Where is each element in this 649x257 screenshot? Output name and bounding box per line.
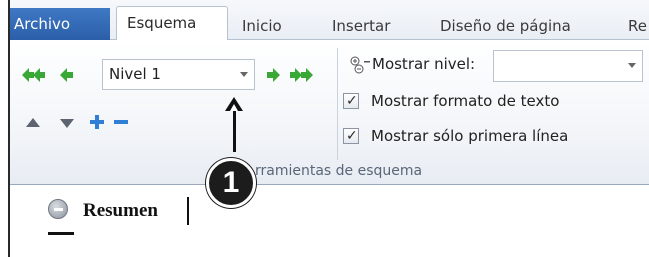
show-level-select[interactable] — [493, 50, 643, 82]
show-text-format-checkbox[interactable]: ✓ — [343, 93, 359, 109]
tab-file[interactable]: Archivo — [10, 8, 110, 40]
tab-review-partial[interactable]: Re — [628, 12, 647, 40]
show-level-label: Mostrar nivel: — [372, 55, 476, 73]
tab-outline[interactable]: Esquema — [116, 6, 228, 41]
left-green-arrow-icon[interactable] — [60, 68, 74, 82]
chevron-down-icon — [628, 63, 636, 68]
group-label-outline-tools: rramientas de esquema — [255, 163, 423, 179]
group-separator — [337, 48, 338, 160]
ribbon-tab-bar: Archivo Esquema Inicio Insertar Diseño d… — [10, 0, 649, 41]
show-level-icon — [350, 56, 370, 74]
show-text-format-label: Mostrar formato de texto — [371, 92, 560, 110]
text-cursor — [187, 197, 189, 225]
callout-arrow-head-inner — [230, 104, 238, 111]
minus-circle-icon[interactable] — [48, 199, 68, 219]
tab-page-layout[interactable]: Diseño de página — [440, 12, 571, 40]
checkmark-icon: ✓ — [346, 128, 358, 144]
right-green-arrow-icon[interactable] — [266, 68, 280, 82]
move-down-icon[interactable] — [60, 119, 74, 128]
outline-ribbon: Nivel 1 Mostrar nivel: ✓ Mostrar formato… — [10, 40, 649, 185]
outline-heading-text[interactable]: Resumen — [83, 198, 158, 224]
expand-plus-icon[interactable] — [90, 115, 104, 129]
level-underline — [48, 232, 74, 235]
outline-level-select[interactable]: Nivel 1 — [102, 59, 255, 90]
checkmark-icon: ✓ — [346, 93, 358, 109]
double-left-green-arrow-icon[interactable] — [22, 68, 46, 82]
tab-insert[interactable]: Insertar — [332, 12, 390, 40]
show-first-line-label: Mostrar sólo primera línea — [371, 127, 569, 145]
tab-home[interactable]: Inicio — [242, 12, 282, 40]
show-first-line-checkbox[interactable]: ✓ — [343, 128, 359, 144]
outline-level-value: Nivel 1 — [109, 65, 161, 83]
double-right-green-arrow-icon[interactable] — [290, 68, 314, 82]
collapse-minus-icon[interactable] — [114, 120, 128, 124]
callout-number-badge: 1 — [206, 158, 256, 208]
move-up-icon[interactable] — [26, 118, 40, 127]
chevron-down-icon — [240, 72, 248, 77]
